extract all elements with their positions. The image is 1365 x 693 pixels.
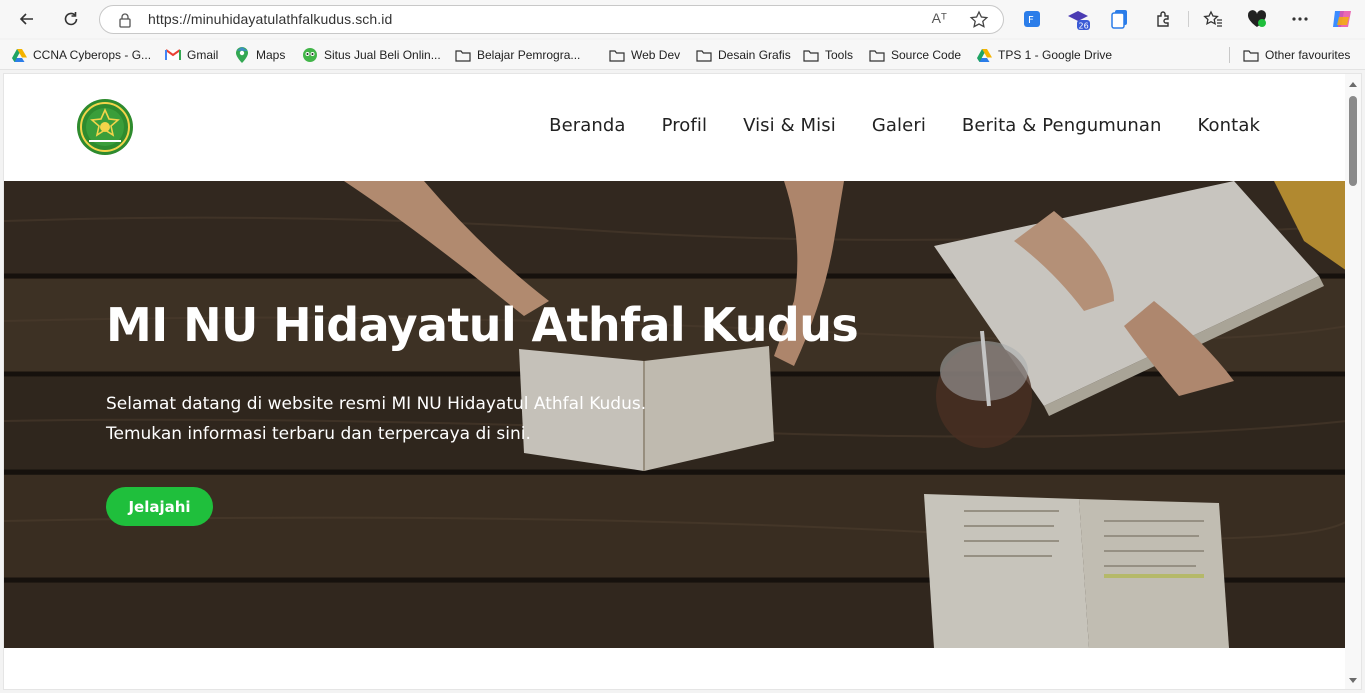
more-menu-icon[interactable] — [1287, 6, 1313, 32]
folder-icon — [455, 47, 471, 63]
nav-profil[interactable]: Profil — [662, 115, 708, 136]
scroll-thumb[interactable] — [1349, 96, 1357, 186]
hero-overlay — [4, 181, 1347, 648]
url-text[interactable]: https://minuhidayatulathfalkudus.sch.id — [148, 11, 392, 27]
back-button[interactable] — [12, 5, 42, 33]
jelajahi-button[interactable]: Jelajahi — [106, 487, 213, 526]
nav-galeri[interactable]: Galeri — [872, 115, 926, 136]
nav-visi-misi[interactable]: Visi & Misi — [743, 115, 836, 136]
hero-welcome-text: Selamat datang di website resmi MI NU Hi… — [106, 394, 647, 414]
folder-icon — [609, 47, 625, 63]
bookmark-source-code[interactable]: Source Code — [869, 46, 961, 64]
google-drive-icon — [976, 47, 992, 63]
bookmark-desain-grafis[interactable]: Desain Grafis — [696, 46, 791, 64]
edu-extension-icon[interactable]: 26 — [1065, 6, 1091, 32]
gmail-icon — [165, 47, 181, 63]
scroll-down-arrow-icon[interactable] — [1349, 678, 1357, 683]
main-nav: Beranda Profil Visi & Misi Galeri Berita… — [513, 115, 1260, 136]
health-extension-icon[interactable] — [1244, 6, 1270, 32]
tokopedia-icon — [302, 47, 318, 63]
page-viewport: Beranda Profil Visi & Misi Galeri Berita… — [3, 73, 1362, 690]
bookmark-gmail[interactable]: Gmail — [165, 46, 218, 64]
nav-berita-pengumuman[interactable]: Berita & Pengumunan — [962, 115, 1162, 136]
bookmark-tps1-drive[interactable]: TPS 1 - Google Drive — [976, 46, 1112, 64]
folder-icon — [803, 47, 819, 63]
reload-button[interactable] — [56, 5, 86, 33]
school-logo[interactable] — [75, 97, 135, 157]
bookmark-web-dev[interactable]: Web Dev — [609, 46, 680, 64]
browser-toolbar: https://minuhidayatulathfalkudus.sch.id … — [0, 0, 1365, 38]
folder-icon — [696, 47, 712, 63]
bookmark-situs-jual-beli[interactable]: Situs Jual Beli Onlin... — [302, 46, 441, 64]
nav-kontak[interactable]: Kontak — [1198, 115, 1260, 136]
vertical-scrollbar[interactable] — [1345, 74, 1361, 689]
address-bar[interactable]: https://minuhidayatulathfalkudus.sch.id … — [99, 5, 1004, 34]
reload-icon — [64, 12, 78, 26]
favorite-star-icon[interactable] — [969, 10, 989, 30]
favorites-icon[interactable] — [1200, 6, 1226, 32]
svg-text:F: F — [1028, 15, 1034, 26]
bookmark-maps[interactable]: Maps — [234, 46, 285, 64]
hero-subtitle-text: Temukan informasi terbaru dan terpercaya… — [106, 424, 531, 444]
back-arrow-icon — [19, 13, 33, 25]
bookmark-tools[interactable]: Tools — [803, 46, 853, 64]
nav-beranda[interactable]: Beranda — [549, 115, 625, 136]
extension-badge: 26 — [1079, 22, 1089, 31]
folder-icon — [1243, 47, 1259, 63]
translate-extension-icon[interactable]: F — [1019, 6, 1045, 32]
read-aloud-icon[interactable]: Aᵀ — [932, 10, 947, 26]
site-header: Beranda Profil Visi & Misi Galeri Berita… — [4, 74, 1347, 181]
extensions-puzzle-icon[interactable] — [1151, 6, 1177, 32]
hero-title: MI NU Hidayatul Athfal Kudus — [106, 298, 859, 352]
google-drive-icon — [11, 47, 27, 63]
lock-icon[interactable] — [118, 12, 132, 28]
maps-icon — [234, 47, 250, 63]
scroll-up-arrow-icon[interactable] — [1349, 82, 1357, 87]
bookmark-belajar-pemrograman[interactable]: Belajar Pemrogra... — [455, 46, 580, 64]
copilot-icon[interactable] — [1329, 6, 1355, 32]
copy-extension-icon[interactable] — [1107, 6, 1133, 32]
bookmarks-divider — [1229, 47, 1230, 63]
bookmark-ccna[interactable]: CCNA Cyberops - G... — [11, 46, 151, 64]
toolbar-divider — [1188, 11, 1189, 27]
hero-section: MI NU Hidayatul Athfal Kudus Selamat dat… — [4, 181, 1347, 648]
folder-icon — [869, 47, 885, 63]
bookmarks-bar: CCNA Cyberops - G... Gmail Maps Situs Ju… — [0, 40, 1365, 70]
bookmark-other-favourites[interactable]: Other favourites — [1243, 46, 1350, 64]
